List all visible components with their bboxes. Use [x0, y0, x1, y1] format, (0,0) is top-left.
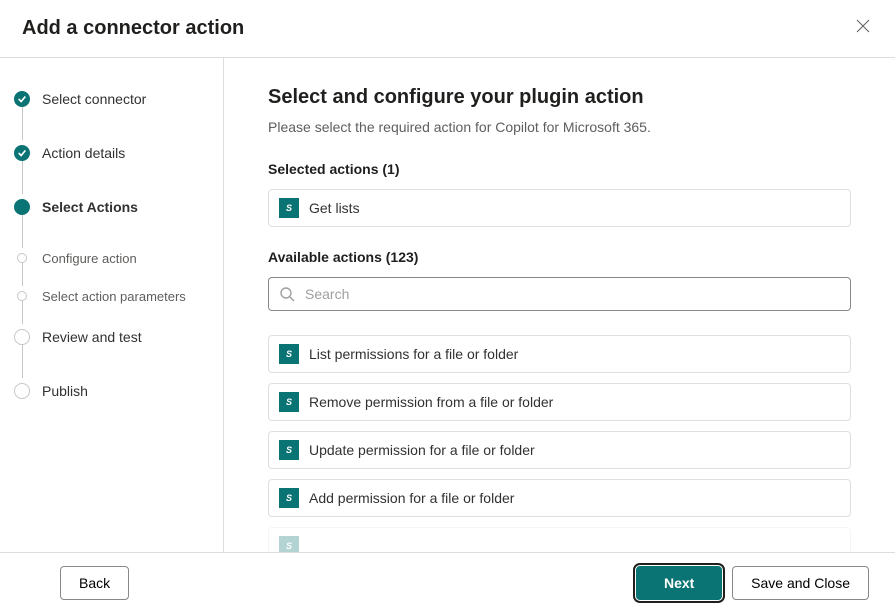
search-input-wrapper[interactable] [268, 277, 851, 311]
step-label: Configure action [42, 251, 137, 266]
search-icon [279, 286, 295, 302]
close-icon[interactable] [853, 16, 873, 36]
step-label: Select action parameters [42, 289, 186, 304]
dialog-footer: Back Next Save and Close [0, 552, 895, 612]
step-configure-action[interactable]: Configure action [14, 250, 211, 266]
future-step-icon [17, 291, 27, 301]
step-review-and-test[interactable]: Review and test [14, 326, 211, 348]
action-name: Get lists [309, 200, 360, 216]
checkmark-icon [14, 91, 30, 107]
selected-action-item[interactable]: S Get lists [268, 189, 851, 227]
page-subheading: Please select the required action for Co… [268, 119, 851, 135]
current-step-icon [14, 199, 30, 215]
step-select-connector[interactable]: Select connector [14, 88, 211, 110]
action-name: Remove permission from a file or folder [309, 394, 553, 410]
wizard-sidebar: Select connector Action details Select A… [0, 58, 224, 552]
step-label: Action details [42, 145, 125, 161]
step-publish[interactable]: Publish [14, 380, 211, 402]
available-actions-label: Available actions (123) [268, 249, 851, 265]
sharepoint-icon: S [279, 344, 299, 364]
available-action-item[interactable]: S Remove permission from a file or folde… [268, 383, 851, 421]
step-action-details[interactable]: Action details [14, 142, 211, 164]
dialog-header: Add a connector action [0, 0, 895, 58]
back-button[interactable]: Back [60, 566, 129, 600]
step-label: Publish [42, 383, 88, 399]
available-action-item[interactable]: S [268, 527, 851, 552]
step-label: Review and test [42, 329, 142, 345]
action-name: Add permission for a file or folder [309, 490, 514, 506]
available-action-item[interactable]: S Update permission for a file or folder [268, 431, 851, 469]
available-action-item[interactable]: S Add permission for a file or folder [268, 479, 851, 517]
dialog-body: Select connector Action details Select A… [0, 58, 895, 552]
action-name: Update permission for a file or folder [309, 442, 535, 458]
future-step-icon [14, 329, 30, 345]
step-select-action-parameters[interactable]: Select action parameters [14, 288, 211, 304]
available-action-item[interactable]: S List permissions for a file or folder [268, 335, 851, 373]
page-heading: Select and configure your plugin action [268, 86, 851, 109]
future-step-icon [17, 253, 27, 263]
step-select-actions[interactable]: Select Actions [14, 196, 211, 218]
action-name: List permissions for a file or folder [309, 346, 518, 362]
sharepoint-icon: S [279, 536, 299, 552]
search-input[interactable] [303, 285, 840, 303]
sharepoint-icon: S [279, 392, 299, 412]
sharepoint-icon: S [279, 488, 299, 508]
next-button[interactable]: Next [636, 566, 722, 600]
wizard-steps: Select connector Action details Select A… [14, 88, 211, 402]
main-panel: Select and configure your plugin action … [224, 58, 895, 552]
selected-actions-label: Selected actions (1) [268, 161, 851, 177]
future-step-icon [14, 383, 30, 399]
available-actions-list: S List permissions for a file or folder … [268, 335, 851, 552]
sharepoint-icon: S [279, 440, 299, 460]
dialog-title: Add a connector action [22, 17, 244, 40]
step-label: Select connector [42, 91, 146, 107]
sharepoint-icon: S [279, 198, 299, 218]
checkmark-icon [14, 145, 30, 161]
save-and-close-button[interactable]: Save and Close [732, 566, 869, 600]
step-label: Select Actions [42, 199, 138, 215]
